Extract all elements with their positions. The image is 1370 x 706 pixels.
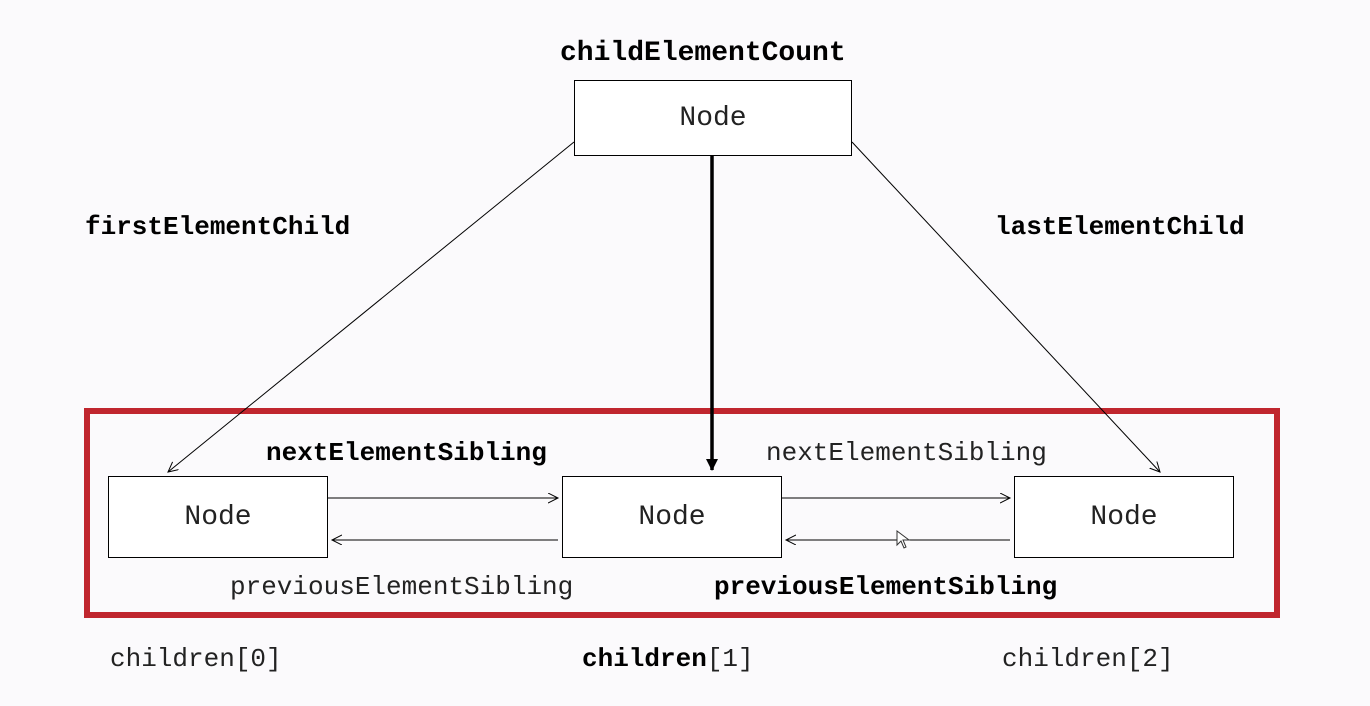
prev-sibling-left-label: previousElementSibling	[230, 572, 573, 602]
next-sibling-right-label: nextElementSibling	[766, 438, 1047, 468]
title-label: childElementCount	[560, 38, 846, 69]
child-node-2-label: Node	[1090, 502, 1157, 533]
parent-node-label: Node	[679, 103, 746, 134]
parent-node: Node	[574, 80, 852, 156]
child-node-1-label: Node	[638, 502, 705, 533]
child-node-0-label: Node	[184, 502, 251, 533]
children-1-caption-index: [1]	[707, 644, 754, 674]
children-1-caption: children[1]	[582, 644, 754, 674]
child-node-2: Node	[1014, 476, 1234, 558]
children-0-caption: children[0]	[110, 644, 282, 674]
diagram-canvas: childElementCount Node firstElementChild…	[0, 0, 1370, 706]
child-node-0: Node	[108, 476, 328, 558]
prev-sibling-right-label: previousElementSibling	[714, 572, 1057, 602]
last-element-child-label: lastElementChild	[995, 212, 1245, 242]
children-1-caption-prefix: children	[582, 644, 707, 674]
first-element-child-label: firstElementChild	[85, 212, 350, 242]
next-sibling-left-label: nextElementSibling	[266, 438, 547, 468]
children-2-caption: children[2]	[1002, 644, 1174, 674]
child-node-1: Node	[562, 476, 782, 558]
